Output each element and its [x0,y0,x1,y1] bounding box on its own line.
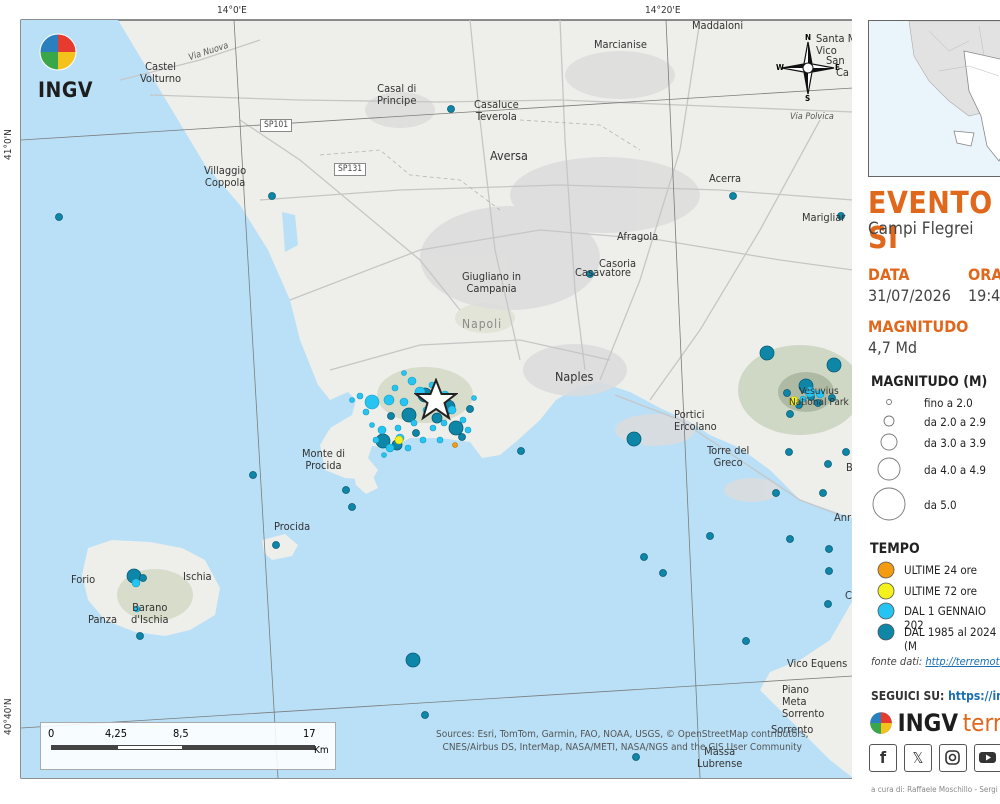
tempo-title: TEMPO [870,541,920,557]
scale-label-0: 0 [48,727,55,740]
magnitude-legend-symbols [872,399,906,521]
instagram-icon[interactable] [939,744,967,772]
info-panel: EVENTO SI Campi Flegrei DATA 31/07/2026 … [852,0,1000,800]
place-procida: Procida [274,520,311,533]
place-ca: Ca [836,66,849,79]
seguici-label: SEGUICI SU: [871,689,945,703]
mag-class-4: da 5.0 [924,498,957,512]
magnitude-label: MAGNITUDO [868,317,969,336]
lat-label-40-40: 40°40'N [3,698,14,735]
mag-class-3: da 4.0 a 4.9 [924,463,986,477]
scale-label-8: 8,5 [173,727,189,740]
place-acerra: Acerra [709,172,742,185]
scale-unit: Km [314,745,329,756]
map-sources: Sources: Esri, TomTom, Garmin, FAO, NOAA… [436,729,809,753]
magnitude-value: 4,7 Md [868,338,918,357]
date-value: 31/07/2026 [868,286,951,305]
logo-text: INGV [38,78,93,102]
place-panza: Panza [88,613,118,626]
place-villaggio-coppola: Villaggio Coppola [204,164,247,189]
legend-magnitude-title: MAGNITUDO (M) [871,374,988,390]
place-casaluce-teverola: Casaluce Teverola [474,98,519,123]
place-ischia: Ischia [183,570,212,583]
compass-n: N [805,33,812,42]
place-forio: Forio [71,573,96,586]
tempo-class-0: ULTIME 24 ore [904,563,978,577]
place-naples: Naples [555,369,594,384]
fonte-dati: fonte dati: http://terremoti [871,655,1000,668]
lon-label-14-20: 14°20'E [645,5,681,16]
place-maddaloni: Maddaloni [692,19,744,32]
map[interactable]: 14°0'E 14°20'E 41°0'N 40°40'N INGV N S W… [0,0,1000,800]
place-an-cut: Anr [834,511,852,524]
star-icon[interactable] [414,378,458,422]
time-label: ORA [968,265,1000,284]
place-marigliano: Marigliar [802,211,846,224]
time-value: 19:4 [968,286,1000,305]
lon-label-14-00: 14°0'E [217,5,247,16]
brand-ingv: INGV [897,709,959,737]
place-giugliano: Giugliano in Campania [462,270,522,295]
brand-ingv-terremoti: INGV terr [869,709,1000,739]
credit: a cura di: Raffaele Moschillo - Sergi [871,785,998,794]
place-piano-meta-sorrento: Piano Meta Sorrento [782,683,825,720]
place-vesuvius-park: Vesuvius National Park [789,386,849,408]
inset-map [868,20,1000,177]
place-portici-ercolano: Portici Ercolano [674,408,717,433]
seguici: SEGUICI SU: https://ingv [871,689,1000,703]
fonte-label: fonte dati: [871,655,923,668]
scale-label-4: 4,25 [105,727,128,740]
x-icon[interactable]: 𝕏 [904,744,932,772]
youtube-icon[interactable] [974,744,1000,772]
seguici-link[interactable]: https://ingv [948,689,1000,703]
globe-icon [39,33,77,71]
place-aversa: Aversa [490,148,528,163]
place-casavatore: Casavatore [575,266,631,279]
place-c-cut: C [845,589,852,602]
tempo-class-3: DAL 1985 al 2024 (M [904,625,997,653]
mag-class-1: da 2.0 a 2.9 [924,415,986,429]
place-vico-equense: Vico Equens [787,657,848,670]
ingv-logo: INGV [38,32,93,102]
compass-s: S [805,94,811,103]
mag-class-0: fino a 2.0 [924,396,973,410]
road-sp101: SP101 [260,119,293,132]
place-torre-del-greco: Torre del Greco [707,444,750,469]
place-casal-di-principe: Casal di Principe [377,82,417,107]
globe-icon [870,712,892,734]
place-castel-volturno: Castel Volturno [140,60,182,85]
brand-terr: terr [962,709,1000,737]
road-via-polvica: Via Polvica [790,112,834,122]
place-napoli-region: Napoli [462,317,503,331]
mag-class-2: da 3.0 a 3.9 [924,436,986,450]
tempo-legend-symbols [877,561,895,641]
date-label: DATA [868,265,910,284]
scale-label-17: 17 [303,727,316,740]
place-afragola: Afragola [617,230,659,243]
place-monte-di-procida: Monte di Procida [302,447,346,472]
place-barano: Barano d'Ischia [131,601,169,626]
road-sp131: SP131 [334,163,367,176]
facebook-icon[interactable]: f [869,744,897,772]
lat-label-41-00: 41°0'N [3,129,14,160]
event-area: Campi Flegrei [868,219,974,239]
place-marcianise: Marcianise [594,38,647,51]
fonte-link[interactable]: http://terremoti [925,655,1000,668]
scale-bar: 0 4,25 8,5 17 Km [40,722,336,770]
compass-w: W [776,63,784,72]
tempo-class-1: ULTIME 72 ore [904,584,978,598]
